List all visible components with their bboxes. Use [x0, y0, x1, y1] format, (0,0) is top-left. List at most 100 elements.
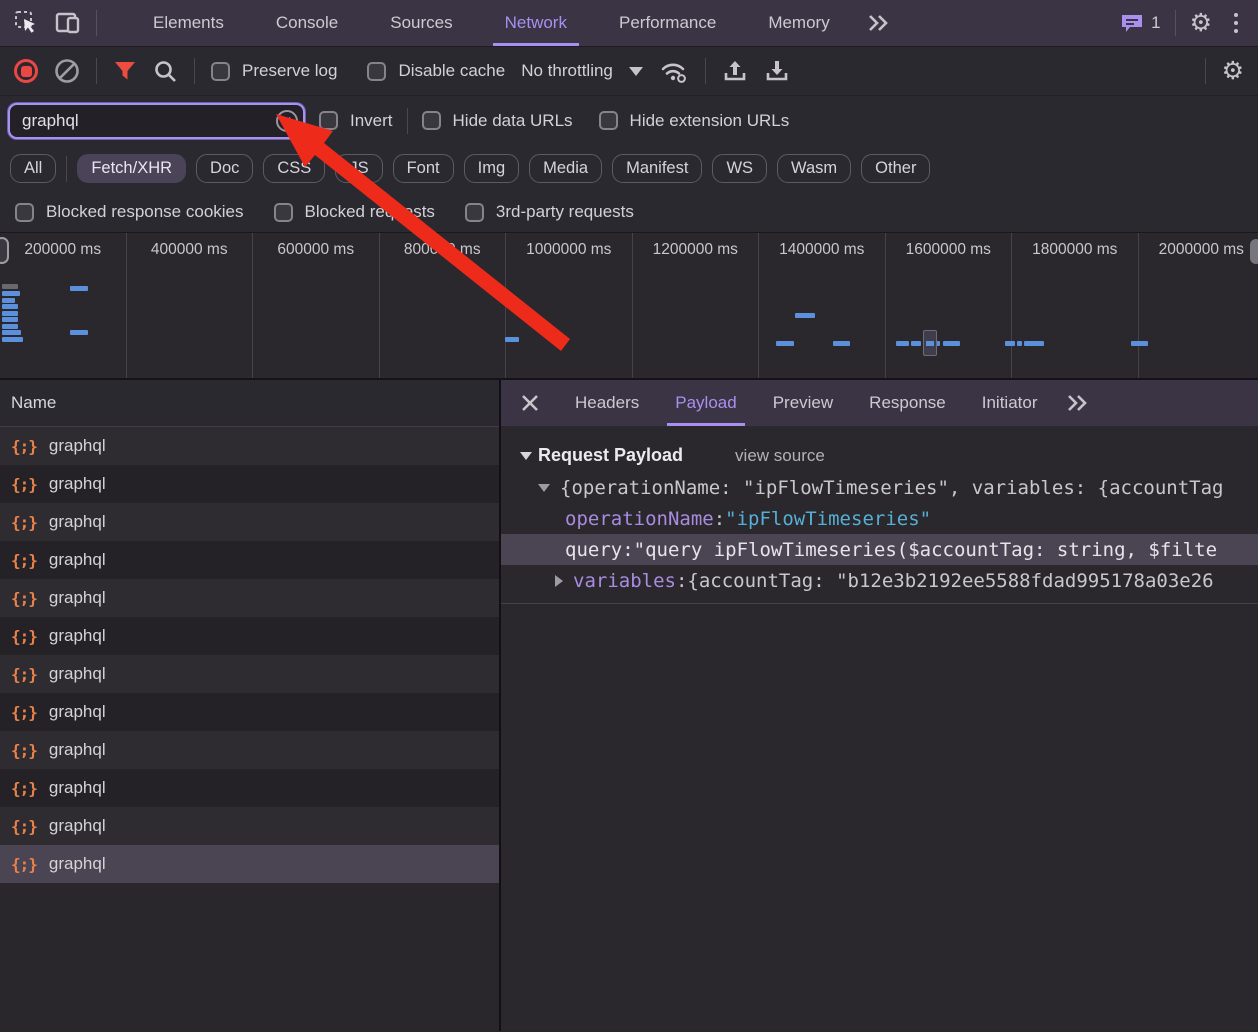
- inspect-element-icon[interactable]: [14, 10, 40, 36]
- request-row[interactable]: {;}graphql: [0, 655, 499, 693]
- blocked-requests-checkbox[interactable]: [274, 203, 293, 222]
- tree-collapse-icon[interactable]: [555, 575, 563, 587]
- -rd-party-requests-checkbox[interactable]: [465, 203, 484, 222]
- detail-tab-headers[interactable]: Headers: [557, 380, 657, 426]
- chip-font[interactable]: Font: [393, 154, 454, 183]
- chip-media[interactable]: Media: [529, 154, 602, 183]
- settings-gear-icon[interactable]: ⚙: [1190, 11, 1212, 36]
- timeline-left-handle[interactable]: [0, 237, 9, 264]
- preserve-log-label: Preserve log: [242, 61, 337, 81]
- view-source-link[interactable]: view source: [735, 446, 825, 466]
- issues-counter[interactable]: 1: [1120, 12, 1160, 34]
- json-braces-icon: {;}: [11, 779, 37, 798]
- json-braces-icon: {;}: [11, 741, 37, 760]
- name-column-label: Name: [11, 393, 56, 413]
- network-filter-row: ✕ Invert Hide data URLs Hide extension U…: [0, 96, 1258, 145]
- request-row[interactable]: {;}graphql: [0, 769, 499, 807]
- payload-variables-line[interactable]: variables: {accountTag: "b12e3b2192ee558…: [501, 565, 1258, 596]
- json-braces-icon: {;}: [11, 855, 37, 874]
- section-collapse-icon[interactable]: [520, 452, 532, 460]
- chip-fetchxhr[interactable]: Fetch/XHR: [77, 154, 186, 183]
- invert-label: Invert: [350, 111, 393, 131]
- hide-data-urls-checkbox[interactable]: [422, 111, 441, 130]
- detail-tab-initiator[interactable]: Initiator: [964, 380, 1056, 426]
- timeline-right-scroll-thumb[interactable]: [1250, 239, 1258, 264]
- preserve-log-checkbox-row: Preserve log: [211, 61, 337, 81]
- request-row[interactable]: {;}graphql: [0, 617, 499, 655]
- chip-wasm[interactable]: Wasm: [777, 154, 851, 183]
- name-column-header[interactable]: Name: [0, 380, 499, 427]
- export-har-icon[interactable]: [764, 58, 790, 84]
- tab-memory[interactable]: Memory: [742, 0, 855, 46]
- import-har-icon[interactable]: [722, 58, 748, 84]
- toolbar-divider: [96, 58, 97, 84]
- detail-tab-payload[interactable]: Payload: [657, 380, 754, 426]
- request-row[interactable]: {;}graphql: [0, 427, 499, 465]
- clear-network-log-icon[interactable]: [54, 58, 80, 84]
- disable-cache-checkbox[interactable]: [367, 62, 386, 81]
- request-name: graphql: [49, 512, 106, 532]
- chip-doc[interactable]: Doc: [196, 154, 253, 183]
- chevron-down-icon: [629, 67, 643, 76]
- request-row[interactable]: {;}graphql: [0, 579, 499, 617]
- search-icon[interactable]: [153, 59, 178, 84]
- request-row[interactable]: {;} graphql: [0, 731, 499, 769]
- detail-tab-response[interactable]: Response: [851, 380, 964, 426]
- network-overview-timeline[interactable]: 200000 ms400000 ms600000 ms800000 ms1000…: [0, 233, 1258, 380]
- tab-sources[interactable]: Sources: [364, 0, 478, 46]
- filter-divider: [407, 108, 408, 134]
- request-row[interactable]: {;}graphql: [0, 465, 499, 503]
- issue-count: 1: [1151, 13, 1160, 33]
- chip-ws[interactable]: WS: [712, 154, 767, 183]
- clear-filter-icon[interactable]: ✕: [276, 110, 298, 132]
- payload-preview-line[interactable]: {operationName: "ipFlowTimeseries", vari…: [501, 472, 1258, 503]
- more-options-kebab-icon[interactable]: [1226, 9, 1246, 37]
- request-name: graphql: [49, 702, 106, 722]
- tab-performance[interactable]: Performance: [593, 0, 742, 46]
- json-braces-icon: {;}: [11, 589, 37, 608]
- tab-elements[interactable]: Elements: [127, 0, 250, 46]
- hide-extension-urls-checkbox[interactable]: [599, 111, 618, 130]
- device-toolbar-icon[interactable]: [54, 10, 82, 36]
- more-detail-tabs-icon[interactable]: [1055, 394, 1099, 412]
- tab-network[interactable]: Network: [479, 0, 593, 46]
- tab-console[interactable]: Console: [250, 0, 364, 46]
- request-name: graphql: [49, 474, 106, 494]
- detail-tab-preview[interactable]: Preview: [755, 380, 851, 426]
- filter-icon[interactable]: [113, 59, 137, 83]
- timeline-request-bar: [70, 330, 88, 335]
- chip-img[interactable]: Img: [464, 154, 520, 183]
- tree-expand-icon[interactable]: [538, 484, 550, 492]
- devtools-window: ElementsConsoleSourcesNetworkPerformance…: [0, 0, 1258, 1032]
- more-tabs-icon[interactable]: [856, 0, 900, 46]
- request-row[interactable]: {;}graphql: [0, 693, 499, 731]
- hide-data-urls-label: Hide data URLs: [453, 111, 573, 131]
- record-network-log-icon[interactable]: [14, 59, 38, 83]
- payload-operation-name-line[interactable]: operationName: "ipFlowTimeseries": [501, 503, 1258, 534]
- blocked-response-cookies-checkbox[interactable]: [15, 203, 34, 222]
- chip-all[interactable]: All: [10, 154, 56, 183]
- chip-other[interactable]: Other: [861, 154, 930, 183]
- timeline-label: 400000 ms: [127, 233, 254, 378]
- close-details-icon[interactable]: [501, 394, 557, 412]
- request-row[interactable]: {;}graphql: [0, 541, 499, 579]
- request-name: graphql: [49, 740, 106, 760]
- chip-css[interactable]: CSS: [263, 154, 325, 183]
- request-row[interactable]: {;}graphql: [0, 845, 499, 883]
- filter-input[interactable]: [8, 103, 305, 139]
- chip-js[interactable]: JS: [335, 154, 382, 183]
- request-row[interactable]: {;}graphql: [0, 807, 499, 845]
- network-settings-gear-icon[interactable]: ⚙: [1222, 59, 1244, 84]
- timeline-request-bar: [1017, 341, 1022, 346]
- detail-tabbar: HeadersPayloadPreviewResponseInitiator: [501, 380, 1258, 427]
- preserve-log-checkbox[interactable]: [211, 62, 230, 81]
- request-row[interactable]: {;}graphql: [0, 503, 499, 541]
- chip-manifest[interactable]: Manifest: [612, 154, 702, 183]
- disable-cache-checkbox-row: Disable cache: [367, 61, 505, 81]
- throttling-dropdown[interactable]: No throttling: [521, 61, 643, 81]
- payload-query-line-selected[interactable]: query: "query ipFlowTimeseries($accountT…: [501, 534, 1258, 565]
- invert-checkbox[interactable]: [319, 111, 338, 130]
- timeline-request-bar: [911, 341, 921, 346]
- timeline-request-bar: [833, 341, 850, 346]
- network-conditions-icon[interactable]: [659, 58, 689, 84]
